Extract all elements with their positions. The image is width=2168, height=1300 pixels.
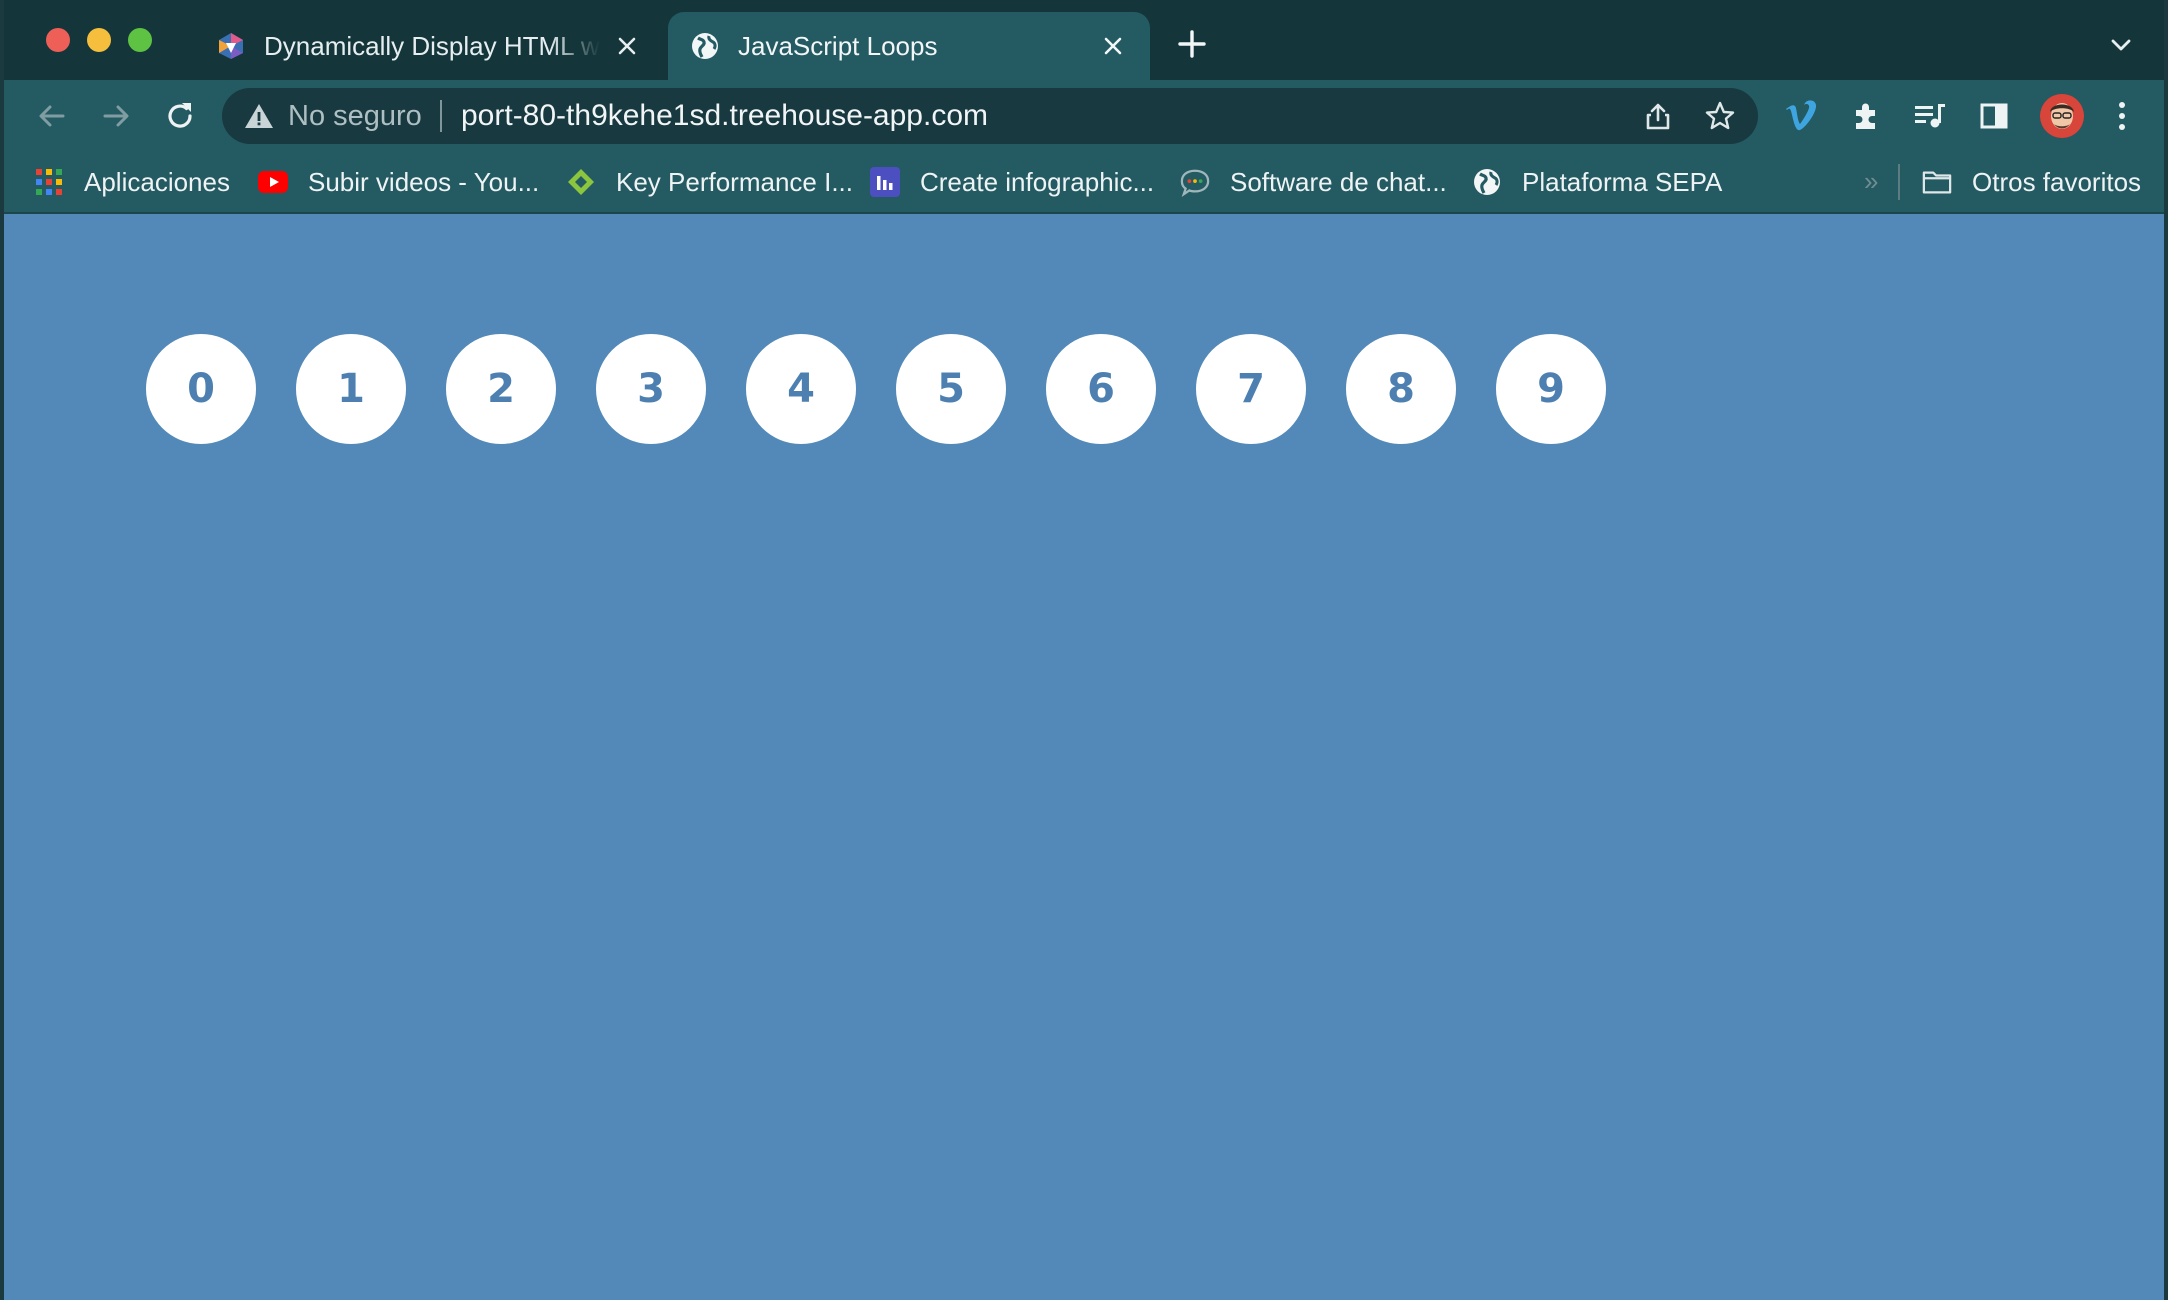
- close-window-button[interactable]: [46, 28, 70, 52]
- number-circle: 2: [446, 334, 556, 444]
- bookmark-otros-favoritos[interactable]: Otros favoritos: [1922, 162, 2141, 202]
- globe-icon: [690, 31, 720, 61]
- zoom-window-button[interactable]: [128, 28, 152, 52]
- number-circle: 8: [1346, 334, 1456, 444]
- new-tab-button[interactable]: [1174, 26, 1210, 62]
- vimeo-icon: [1786, 100, 1817, 131]
- infogram-icon: [870, 167, 900, 197]
- url-text[interactable]: port-80-th9kehe1sd.treehouse-app.com: [461, 99, 988, 133]
- tab-search-button[interactable]: [2106, 30, 2136, 60]
- kebab-menu-icon: [2119, 102, 2125, 130]
- bookmark-kpi[interactable]: Key Performance I...: [566, 162, 853, 202]
- close-tab-icon[interactable]: [1098, 31, 1128, 61]
- number-circle: 7: [1196, 334, 1306, 444]
- browser-window: Dynamically Display HTML with a Loop Jav…: [4, 0, 2164, 1300]
- security-status-label[interactable]: No seguro: [288, 100, 422, 133]
- close-tab-icon[interactable]: [612, 31, 642, 61]
- bookmark-label: Key Performance I...: [616, 166, 853, 197]
- reload-button[interactable]: [160, 96, 200, 136]
- side-panel-button[interactable]: [1974, 96, 2014, 136]
- profile-avatar[interactable]: [2040, 94, 2084, 138]
- number-circle-list: 0 1 2 3 4 5 6 7 8 9: [146, 334, 1646, 444]
- minimize-window-button[interactable]: [87, 28, 111, 52]
- treehouse-icon: [216, 31, 246, 61]
- kpi-diamond-icon: [566, 167, 596, 197]
- arrow-left-icon: [39, 105, 65, 127]
- bookmarks-overflow-button[interactable]: »: [1864, 166, 1878, 197]
- bookmark-plataforma-sepa[interactable]: Plataforma SEPA: [1472, 162, 1722, 202]
- reload-icon: [168, 103, 192, 128]
- share-icon[interactable]: [1640, 98, 1676, 134]
- tab-title: JavaScript Loops: [738, 30, 938, 61]
- warning-triangle-icon[interactable]: [244, 102, 274, 130]
- chat-bubble-icon: [1180, 167, 1210, 197]
- tab-javascript-loops[interactable]: JavaScript Loops: [668, 12, 1150, 80]
- number-circle: 0: [146, 334, 256, 444]
- back-button[interactable]: [32, 96, 72, 136]
- bookmarks-bar: Aplicaciones Subir videos - You... Key P…: [4, 152, 2164, 214]
- toolbar: No seguro port-80-th9kehe1sd.treehouse-a…: [4, 80, 2164, 152]
- omnibox-divider: [440, 100, 442, 132]
- number-circle: 6: [1046, 334, 1156, 444]
- bookmark-label: Software de chat...: [1230, 166, 1447, 197]
- bookmark-chat-software[interactable]: Software de chat...: [1180, 162, 1447, 202]
- chrome-menu-button[interactable]: [2102, 96, 2142, 136]
- youtube-icon: [258, 167, 288, 197]
- vimeo-extension-button[interactable]: [1782, 96, 1822, 136]
- bookmarks-divider: [1898, 164, 1900, 200]
- bookmark-star-icon[interactable]: [1702, 98, 1738, 134]
- bookmark-label: Aplicaciones: [84, 166, 230, 197]
- globe-icon: [1472, 167, 1502, 197]
- forward-button[interactable]: [96, 96, 136, 136]
- puzzle-icon: [1856, 103, 1875, 129]
- number-circle: 3: [596, 334, 706, 444]
- playlist-music-icon: [1915, 104, 1945, 128]
- bookmark-infogram[interactable]: Create infographic...: [870, 162, 1154, 202]
- page-content: 0 1 2 3 4 5 6 7 8 9: [4, 214, 2164, 1300]
- bookmark-label: Otros favoritos: [1972, 166, 2142, 197]
- bookmark-label: Create infographic...: [920, 166, 1155, 197]
- number-circle: 9: [1496, 334, 1606, 444]
- number-circle: 4: [746, 334, 856, 444]
- plus-icon: [1178, 30, 1206, 58]
- address-bar[interactable]: No seguro port-80-th9kehe1sd.treehouse-a…: [222, 88, 1758, 144]
- media-control-button[interactable]: [1910, 96, 1950, 136]
- avatar-icon: [2040, 94, 2084, 138]
- bookmark-label: Subir videos - You...: [308, 166, 540, 197]
- arrow-right-icon: [103, 105, 129, 127]
- bookmark-aplicaciones[interactable]: Aplicaciones: [34, 162, 230, 202]
- apps-grid-icon: [34, 167, 64, 197]
- side-panel-icon: [1980, 103, 2008, 129]
- extensions-button[interactable]: [1846, 96, 1886, 136]
- chevron-down-icon: [2111, 39, 2131, 51]
- tab-strip: Dynamically Display HTML with a Loop Jav…: [4, 0, 2164, 80]
- tab-dynamically-display-html[interactable]: Dynamically Display HTML with a Loop: [194, 12, 664, 80]
- bookmark-youtube[interactable]: Subir videos - You...: [258, 162, 539, 202]
- number-circle: 1: [296, 334, 406, 444]
- bookmark-label: Plataforma SEPA: [1522, 166, 1723, 197]
- folder-icon: [1922, 167, 1952, 197]
- tab-title: Dynamically Display HTML with a Loop: [264, 30, 600, 61]
- number-circle: 5: [896, 334, 1006, 444]
